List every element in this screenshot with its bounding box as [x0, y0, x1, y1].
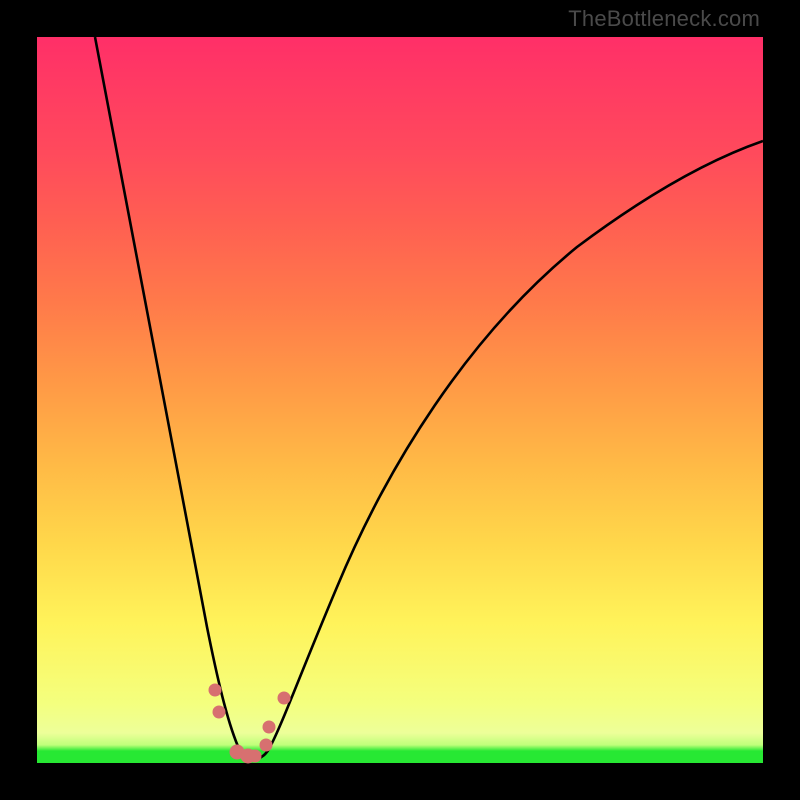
marker-dot — [259, 738, 272, 751]
marker-dot — [229, 745, 244, 760]
marker-dot — [240, 748, 255, 763]
marker-dot — [208, 684, 221, 697]
chart-frame: TheBottleneck.com — [0, 0, 800, 800]
marker-dot — [263, 720, 276, 733]
curve-path — [95, 37, 763, 759]
marker-dot — [212, 706, 225, 719]
marker-dot — [277, 691, 290, 704]
marker-dot — [248, 749, 261, 762]
watermark-text: TheBottleneck.com — [568, 6, 760, 32]
plot-area — [37, 37, 763, 763]
bottleneck-curve — [37, 37, 763, 763]
